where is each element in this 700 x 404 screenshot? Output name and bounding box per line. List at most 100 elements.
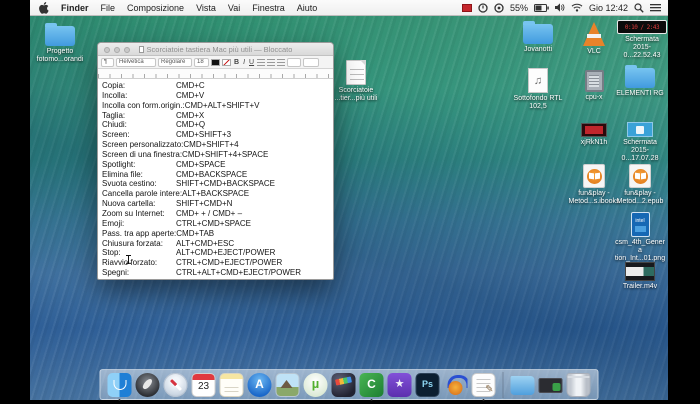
menu-item-composizione[interactable]: Composizione xyxy=(121,3,190,13)
minimize-button[interactable] xyxy=(114,46,120,53)
dock-item-camtasia[interactable] xyxy=(359,372,384,401)
traffic-lights xyxy=(104,46,130,53)
dock-item-finder[interactable] xyxy=(107,372,132,401)
close-button[interactable] xyxy=(104,46,110,53)
menu-extra-2-icon[interactable] xyxy=(494,2,504,13)
document-text-area[interactable]: Copia: CMD+C Incolla: CMD+V Incolla con fo… xyxy=(98,79,333,278)
dock-item-photoshop[interactable] xyxy=(415,372,440,397)
font-size-dropdown[interactable]: 18 xyxy=(194,57,209,67)
dock-item-preview[interactable] xyxy=(275,372,300,397)
safari-icon xyxy=(163,372,188,397)
shortcut-label: Stop: xyxy=(102,248,121,258)
desktop-icon-schermata-2[interactable]: Schermata 2015-0...17.07.28 xyxy=(614,118,666,163)
shortcut-row: Screen: CMD+SHIFT+3 xyxy=(102,130,333,140)
line-spacing-dropdown[interactable] xyxy=(287,57,302,67)
font-family-dropdown[interactable]: Helvetica xyxy=(116,57,156,67)
desktop-icon-jovanotti[interactable]: Jovanotti xyxy=(512,21,564,54)
dock-item-finalcut[interactable] xyxy=(331,372,356,397)
recording-menu-icon[interactable] xyxy=(461,3,472,12)
shortcut-label: Screen: xyxy=(102,130,130,140)
shortcut-keys: CMD+X xyxy=(176,110,205,120)
desktop-icon-elementi-rg[interactable]: ELEMENTI RG xyxy=(614,65,666,98)
desktop-icon-progetto[interactable]: Progetto fotomo...orandi xyxy=(34,23,86,64)
dock-item-downloads[interactable] xyxy=(510,373,535,397)
dock-item-audio-app[interactable] xyxy=(444,373,468,397)
audio-file-icon: ♫ xyxy=(528,68,548,93)
utorrent-icon xyxy=(303,372,328,397)
menu-item-vista[interactable]: Vista xyxy=(190,3,222,13)
align-center-button[interactable] xyxy=(267,58,276,66)
text-color-well[interactable] xyxy=(211,58,220,66)
window-title-text: Scorciatoie tastiera Mac più utili — Blo… xyxy=(146,44,293,54)
screenshot-thumbnail-icon xyxy=(627,122,653,137)
italic-button[interactable]: I xyxy=(242,59,246,66)
shortcut-keys: ALT+CMD+EJECT/POWER xyxy=(176,248,276,258)
align-left-button[interactable] xyxy=(257,58,266,66)
desktop-icon-trailer[interactable]: Trailer.m4v xyxy=(614,262,666,291)
document-proxy-icon[interactable] xyxy=(138,45,144,53)
menu-extra-1-icon[interactable] xyxy=(478,2,488,13)
photoshop-icon xyxy=(415,372,440,397)
dock-item-appstore[interactable] xyxy=(247,372,272,397)
menu-item-file[interactable]: File xyxy=(95,3,122,13)
menu-clock[interactable]: Gio 12:42 xyxy=(589,3,628,13)
desktop-icon-csm-intel[interactable]: intel csm_4th_Genera tion_Int...01.png xyxy=(614,212,666,263)
desktop-icon-scorciatoie[interactable]: Scorciatoie ...tier...più utili xyxy=(330,60,382,103)
background-color-well[interactable] xyxy=(222,58,231,66)
shortcut-label: Copia: xyxy=(102,81,126,90)
menu-item-finder[interactable]: Finder xyxy=(55,3,95,13)
dock-item-imovie[interactable] xyxy=(387,372,412,397)
desktop-icon-vlc[interactable]: VLC xyxy=(568,22,620,56)
dock-item-utorrent[interactable] xyxy=(303,372,328,397)
dock-item-safari[interactable] xyxy=(163,372,188,397)
desktop-icon-xjrkn1h[interactable]: xjRkN1h xyxy=(568,118,620,147)
desktop-icon-schermata-1[interactable]: 0:10 / 2:43 Schermata 2015-0...22.52.43 xyxy=(614,20,670,60)
volume-icon[interactable] xyxy=(554,3,565,12)
paragraph-styles-dropdown[interactable]: ¶ xyxy=(101,57,114,67)
dock-item-documents-drive[interactable] xyxy=(538,373,563,397)
notification-center-icon[interactable] xyxy=(650,3,661,12)
zoom-button[interactable] xyxy=(124,46,130,53)
desktop-icon-sottofondo[interactable]: ♫ Sottofondo RTL 102,5 xyxy=(512,68,564,111)
shortcut-row: Cancella parole intere:ALT+BACKSPACE xyxy=(102,189,333,199)
vlc-cone-icon xyxy=(583,22,605,46)
preview-icon xyxy=(275,372,300,397)
dock-item-calendar[interactable]: 23 xyxy=(191,372,216,397)
desktop-icon-label: Trailer.m4v xyxy=(622,283,658,290)
desktop-icon-label: Jovanotti xyxy=(523,46,553,53)
ruler xyxy=(98,69,333,79)
underline-button[interactable]: U xyxy=(248,59,255,66)
dock-item-notes[interactable] xyxy=(219,372,244,397)
desktop-icon-funplay-epub[interactable]: fun&play - Metod...2.epub xyxy=(614,164,666,206)
trash-icon xyxy=(566,372,591,397)
shortcut-row: Emoji: CTRL+CMD+SPACE xyxy=(102,219,333,229)
apple-menu[interactable] xyxy=(39,1,49,14)
shortcut-keys: CTRL+CMD+SPACE xyxy=(176,218,251,228)
shortcut-label: Screen di una finestra: xyxy=(102,149,183,159)
battery-icon[interactable] xyxy=(533,3,549,12)
desktop-icon-label: Schermata 2015-0...22.52.43 xyxy=(623,36,661,59)
shortcut-label: Incolla: xyxy=(102,90,128,100)
dock-item-trash[interactable] xyxy=(566,372,591,397)
shortcut-keys: CMD+BACKSPACE xyxy=(176,169,248,179)
desktop-icon-funplay-ibooks[interactable]: fun&play - Metod...s.ibooks xyxy=(568,164,620,206)
shortcut-row: Zoom su Internet: CMD+ + / CMD+ – xyxy=(102,209,333,219)
desktop-icon-cpux[interactable]: cpu-x xyxy=(568,70,620,102)
dock-item-textedit[interactable] xyxy=(471,372,496,401)
window-titlebar[interactable]: Scorciatoie tastiera Mac più utili — Blo… xyxy=(98,43,333,56)
shortcut-label: Svuota cestino: xyxy=(102,179,157,189)
shortcut-keys: CMD+ALT+SHIFT+V xyxy=(184,100,260,110)
menu-item-finestra[interactable]: Finestra xyxy=(246,3,291,13)
dock-item-launchpad[interactable] xyxy=(135,372,160,397)
shortcut-row: Nuova cartella: SHIFT+CMD+N xyxy=(102,199,333,209)
align-right-button[interactable] xyxy=(277,58,286,66)
menu-item-vai[interactable]: Vai xyxy=(222,3,246,13)
menu-item-aiuto[interactable]: Aiuto xyxy=(291,3,324,13)
textedit-icon xyxy=(471,372,496,397)
spotlight-icon[interactable] xyxy=(634,2,644,13)
list-style-dropdown[interactable] xyxy=(303,57,320,67)
shortcut-row: Chiudi: CMD+Q xyxy=(102,120,333,130)
font-style-dropdown[interactable]: Regolare xyxy=(158,57,192,67)
wifi-icon[interactable] xyxy=(571,3,583,12)
bold-button[interactable]: B xyxy=(233,59,240,66)
